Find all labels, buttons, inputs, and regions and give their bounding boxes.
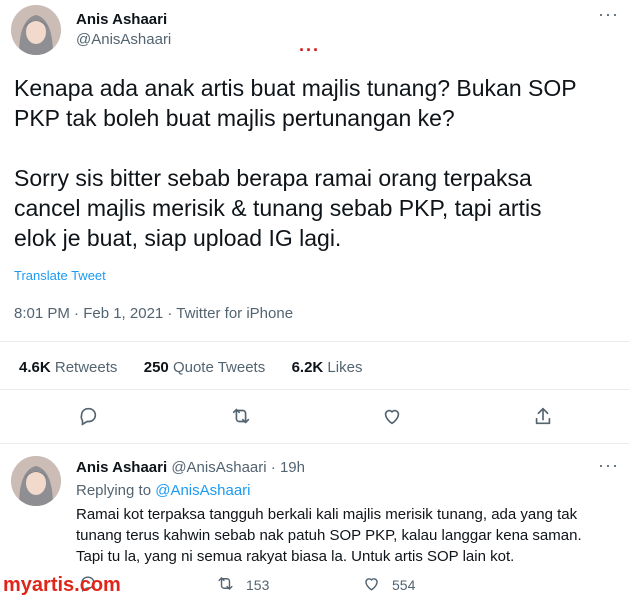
divider (0, 389, 629, 390)
reply-like-count: 554 (392, 577, 416, 593)
reply-like-icon[interactable] (362, 574, 381, 598)
reply-time[interactable]: 19h (280, 459, 305, 476)
reply-retweet-count: 153 (246, 577, 270, 593)
replying-to: Replying to @AnisAshaari (76, 482, 251, 499)
reply-icon[interactable] (77, 405, 99, 432)
likes-stat[interactable]: 6.2K Likes (292, 359, 363, 376)
red-dots-mark: ··· (299, 40, 320, 60)
tweet-text: Kenapa ada anak artis buat majlis tunang… (14, 75, 577, 251)
retweets-stat[interactable]: 4.6K Retweets (19, 359, 117, 376)
like-icon[interactable] (381, 405, 403, 432)
tweet-stats: 4.6K Retweets 250 Quote Tweets 6.2K Like… (19, 359, 362, 376)
share-icon[interactable] (532, 405, 554, 432)
divider (0, 443, 629, 444)
reply-author-name[interactable]: Anis Ashaari (76, 459, 167, 476)
watermark: myartis.com (3, 574, 121, 596)
author-avatar[interactable] (11, 5, 61, 55)
reply-text: Ramai kot terpaksa tangguh berkali kali … (76, 506, 582, 565)
quotes-stat[interactable]: 250 Quote Tweets (144, 359, 265, 376)
more-icon[interactable]: ··· (598, 4, 619, 25)
tweet-timestamp[interactable]: 8:01 PM · Feb 1, 2021 · Twitter for iPho… (14, 305, 293, 322)
reply-more-icon[interactable]: ··· (598, 455, 619, 476)
author-name[interactable]: Anis Ashaari (76, 11, 167, 28)
author-handle[interactable]: @AnisAshaari (76, 31, 171, 48)
replying-to-link[interactable]: @AnisAshaari (155, 482, 250, 499)
retweet-icon[interactable] (230, 405, 252, 432)
reply-retweet-icon[interactable] (216, 574, 235, 598)
translate-tweet-link[interactable]: Translate Tweet (14, 268, 106, 283)
reply-avatar[interactable] (11, 456, 61, 506)
reply-header: Anis Ashaari @AnisAshaari · 19h (76, 459, 305, 476)
reply-author-handle[interactable]: @AnisAshaari (171, 459, 266, 476)
divider (0, 341, 629, 342)
